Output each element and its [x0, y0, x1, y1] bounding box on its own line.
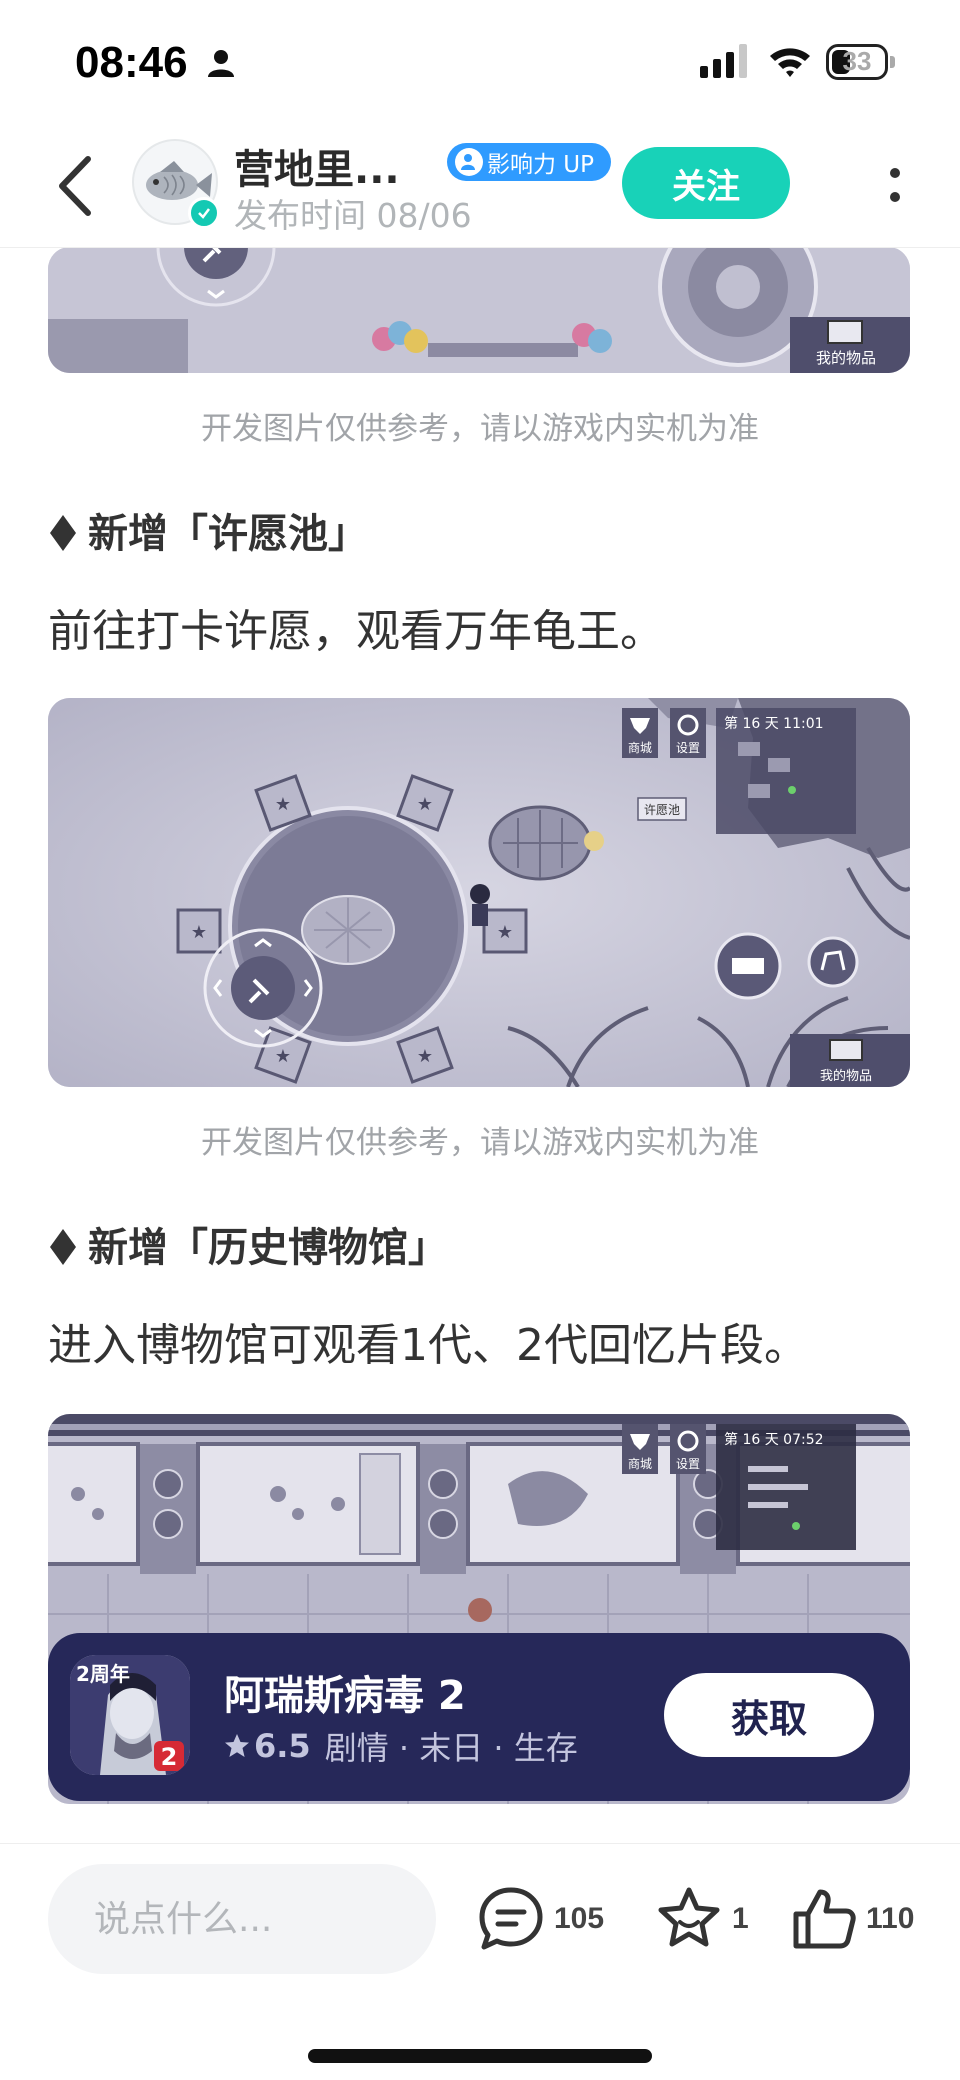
svg-text:★: ★ — [191, 922, 207, 943]
home-indicator[interactable] — [308, 2049, 652, 2063]
comment-icon — [479, 1887, 543, 1950]
comment-count: 105 — [554, 1902, 605, 1935]
game-screenshot-1[interactable]: 我的物品 — [48, 247, 910, 373]
back-button[interactable] — [44, 151, 104, 221]
user-up-icon — [455, 148, 483, 176]
items-hud-label: 我的物品 — [820, 1068, 872, 1084]
person-icon — [208, 50, 234, 77]
svg-text:★: ★ — [275, 1046, 291, 1067]
section-text-wish-pool: 前往打卡许愿，观看万年龟王。 — [48, 606, 664, 657]
author-name[interactable]: 营地里... — [234, 137, 400, 195]
settings-hud-icon: 设置 — [670, 1424, 706, 1474]
day-time-hud: 第 16 天 07:52 — [724, 1431, 824, 1448]
section-heading-history-museum: 新增「历史博物馆」 — [48, 1215, 448, 1273]
influence-badge-label: 影响力 UP — [487, 152, 595, 178]
app-rating: 6.5 — [254, 1727, 311, 1765]
status-time: 08:46 — [75, 38, 188, 87]
battery-cap — [890, 56, 895, 68]
image-caption: 开发图片仅供参考，请以游戏内实机为准 — [201, 1125, 759, 1161]
game-app-icon[interactable]: 2周年 2 — [70, 1655, 190, 1775]
section-heading-text: 新增「许愿池」 — [88, 511, 368, 557]
day-time-hud: 第 16 天 11:01 — [724, 715, 824, 732]
shop-hud-icon: 商城 — [622, 1424, 658, 1474]
diamond-bullet-icon — [50, 1229, 76, 1265]
get-button[interactable]: 获取 — [664, 1673, 874, 1757]
items-hud-label: 我的物品 — [816, 349, 876, 367]
more-dot-icon — [890, 168, 900, 178]
settings-hud-icon: 设置 — [670, 708, 706, 758]
influence-badge: 影响力 UP — [447, 143, 611, 181]
bottom-bar: 105 1 110 — [0, 1843, 960, 2080]
app-name: 阿瑞斯病毒 2 — [224, 1673, 466, 1719]
thumbs-up-icon — [793, 1889, 856, 1949]
app-tags: 剧情 · 末日 · 生存 — [324, 1729, 578, 1767]
mount-button-icon — [807, 936, 859, 988]
wifi-icon — [770, 48, 810, 77]
comment-input[interactable] — [48, 1864, 436, 1974]
star-outline-icon — [658, 1887, 720, 1947]
top-nav: 营地里... 影响力 UP 发布时间 08/06 关注 — [0, 125, 960, 248]
items-hud-icon: 我的物品 — [790, 317, 910, 373]
section-text-history-museum: 进入博物馆可观看1代、2代回忆片段。 — [48, 1320, 808, 1371]
svg-text:★: ★ — [417, 1046, 433, 1067]
svg-text:★: ★ — [275, 794, 291, 815]
comment-button[interactable]: 105 — [476, 1884, 604, 1954]
battery-level: 33 — [842, 46, 872, 76]
battery-icon: 33 — [826, 44, 888, 80]
star-icon — [225, 1734, 249, 1757]
article-body: 我的物品 开发图片仅供参考，请以游戏内实机为准 新增「许愿池」 前往打卡许愿，观… — [0, 247, 960, 1847]
status-bar: 08:46 33 — [0, 0, 960, 125]
app-icon-number: 2 — [161, 1743, 178, 1771]
svg-text:★: ★ — [497, 922, 513, 943]
more-dot-icon — [890, 192, 900, 202]
wish-pool-tag: 许愿池 — [644, 803, 680, 817]
settings-hud-label: 设置 — [676, 741, 700, 755]
favorite-button[interactable]: 1 — [654, 1884, 749, 1954]
items-hud-icon: 我的物品 — [790, 1034, 910, 1087]
game-screenshot-wish-pool[interactable]: ★ ★ ★ ★ ★ ★ 许愿池 商城 设置 第 16 天 11:01 我的物品 — [48, 698, 910, 1087]
follow-button[interactable]: 关注 — [622, 147, 790, 219]
section-heading-text: 新增「历史博物馆」 — [88, 1225, 448, 1271]
like-button[interactable]: 110 — [788, 1884, 914, 1954]
shop-hud-label: 商城 — [628, 1456, 652, 1471]
publish-time: 发布时间 08/06 — [234, 196, 472, 235]
minimap: 第 16 天 11:01 — [716, 708, 856, 834]
minimap: 第 16 天 07:52 — [716, 1424, 856, 1550]
image-caption: 开发图片仅供参考，请以游戏内实机为准 — [201, 411, 759, 447]
diamond-bullet-icon — [50, 515, 76, 551]
shop-hud-icon: 商城 — [622, 708, 658, 758]
svg-text:★: ★ — [417, 794, 433, 815]
verified-badge-icon — [188, 197, 220, 229]
app-icon-badge: 2周年 — [76, 1662, 130, 1686]
aim-button-icon — [714, 932, 782, 1000]
more-options-button[interactable] — [880, 155, 910, 215]
signal-icon — [700, 44, 747, 78]
like-count: 110 — [866, 1902, 915, 1935]
settings-hud-label: 设置 — [676, 1457, 700, 1471]
app-card[interactable]: 2周年 2 阿瑞斯病毒 2 6.5 剧情 · 末日 · 生存 获取 — [48, 1633, 910, 1801]
shop-hud-label: 商城 — [628, 740, 652, 755]
app-meta: 6.5 剧情 · 末日 · 生存 — [224, 1723, 578, 1769]
section-heading-wish-pool: 新增「许愿池」 — [48, 501, 368, 559]
chevron-left-icon — [59, 156, 91, 216]
favorite-count: 1 — [732, 1902, 749, 1935]
